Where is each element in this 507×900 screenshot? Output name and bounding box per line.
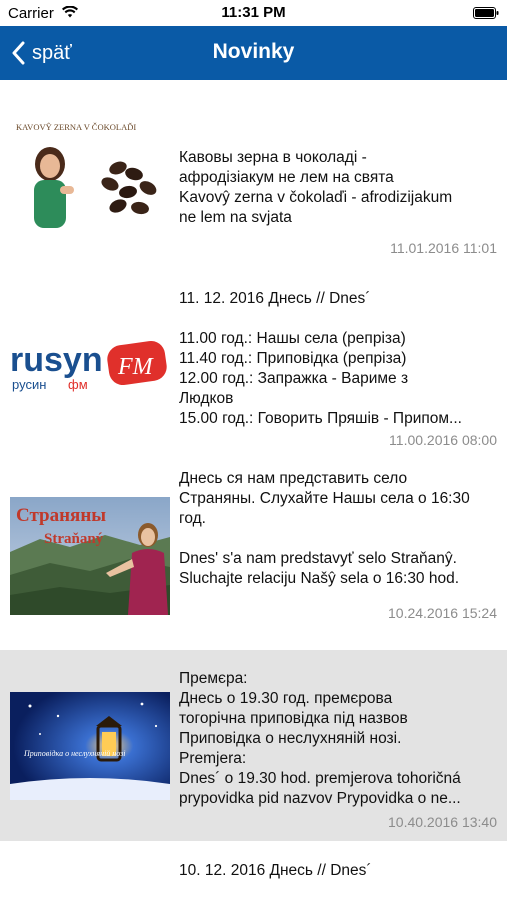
news-thumbnail-lantern: Приповідка о неслухняній нозі (10, 692, 170, 800)
back-button[interactable]: späť (12, 38, 72, 68)
clock: 11:31 PM (221, 4, 286, 21)
news-line: Приповідка о неслухняній нозі. (179, 730, 402, 747)
news-item-text: Кавовы зерна в чоколаді - афродізіакум н… (179, 148, 501, 228)
svg-text:Straňaný: Straňaný (44, 531, 104, 547)
news-line: Днесь о 19.30 год. премєрова (179, 690, 393, 707)
news-thumbnail-coffee-beans: KAVOVŶ ZERNA V ČOKOLAĎI (10, 116, 165, 228)
chevron-left-icon (12, 41, 25, 65)
svg-text:фм: фм (68, 377, 88, 392)
news-line: 11.00 год.: Нашы села (репріза) (179, 330, 406, 347)
news-item-text: 11.00 год.: Нашы села (репріза) 11.40 го… (179, 329, 501, 429)
news-line: Dnes´ o 19.30 hod. premjerova tohoričná (179, 770, 461, 787)
news-line: Dnes' s'a nam predstavyť selo Straňanŷ. (179, 550, 457, 567)
news-item-headline: 10. 12. 2016 Днесь // Dnes´ (179, 862, 372, 879)
news-thumbnail-stranany: Страняны Straňaný (10, 497, 170, 615)
news-line: Страняны. Слухайте Нашы села о 16:30 (179, 490, 470, 507)
news-item-date: 10.40.2016 13:40 (388, 814, 497, 830)
news-line: тогорічна приповідка під назвов (179, 710, 408, 727)
news-line: prypovidka pid nazvov Prypovidka o ne... (179, 790, 461, 807)
news-item[interactable]: Страняны Straňaný Днесь ся нам представи… (0, 455, 507, 650)
news-item-date: 10.24.2016 15:24 (388, 605, 497, 621)
news-line: Премєра: (179, 670, 248, 687)
navigation-bar: späť Novinky (0, 26, 507, 80)
news-line: ne lem na svjata (179, 209, 292, 226)
news-item-date: 11.00.2016 08:00 (389, 432, 497, 448)
thumbnail-caption: KAVOVŶ ZERNA V ČOKOLAĎI (16, 122, 136, 132)
rusyn-fm-logo: rusyn русин фм FM (10, 335, 170, 405)
news-line: Днесь ся нам представить село (179, 470, 408, 487)
news-item[interactable]: KAVOVŶ ZERNA V ČOKOLAĎI Кавовы зерна в ч… (0, 100, 507, 280)
news-item-headline: 11. 12. 2016 Днесь // Dnes´ (179, 290, 371, 307)
news-item[interactable]: 11. 12. 2016 Днесь // Dnes´ rusyn русин … (0, 280, 507, 455)
news-item-selected[interactable]: Приповідка о неслухняній нозі Премєра: Д… (0, 650, 507, 841)
svg-text:rusyn: rusyn (10, 341, 103, 379)
svg-text:Приповідка о неслухняній нозі: Приповідка о неслухняній нозі (23, 749, 126, 758)
page-title: Novinky (212, 40, 295, 63)
news-line: Kavovŷ zerna v čokolaďi - afrodizijakum (179, 189, 453, 206)
news-item-text: Премєра: Днесь о 19.30 год. премєрова то… (179, 669, 501, 809)
news-line: 15.00 год.: Говорить Пряшів - Припом... (179, 410, 462, 427)
svg-text:Страняны: Страняны (16, 505, 106, 526)
news-line: Sluchajte relaciju Našŷ sela o 16:30 hod… (179, 570, 460, 587)
news-line: 12.00 год.: Запражка - Вариме з (179, 370, 409, 387)
status-bar: Carrier 11:31 PM (0, 0, 507, 26)
svg-text:русин: русин (12, 377, 46, 392)
news-line: 11.40 год.: Приповідка (репріза) (179, 350, 407, 367)
news-line: афродізіакум не лем на свята (179, 169, 394, 186)
back-button-label: späť (32, 41, 72, 64)
news-item-text: Днесь ся нам представить село Страняны. … (179, 469, 501, 589)
news-line: год. (179, 510, 206, 527)
news-line: Кавовы зерна в чоколаді - (179, 149, 367, 166)
news-item[interactable]: 10. 12. 2016 Днесь // Dnes´ (0, 841, 507, 900)
news-line: Premjera: (179, 750, 247, 767)
battery-icon (473, 7, 499, 19)
svg-text:FM: FM (117, 354, 155, 380)
news-line: Людков (179, 390, 234, 407)
news-item-date: 11.01.2016 11:01 (390, 240, 497, 256)
